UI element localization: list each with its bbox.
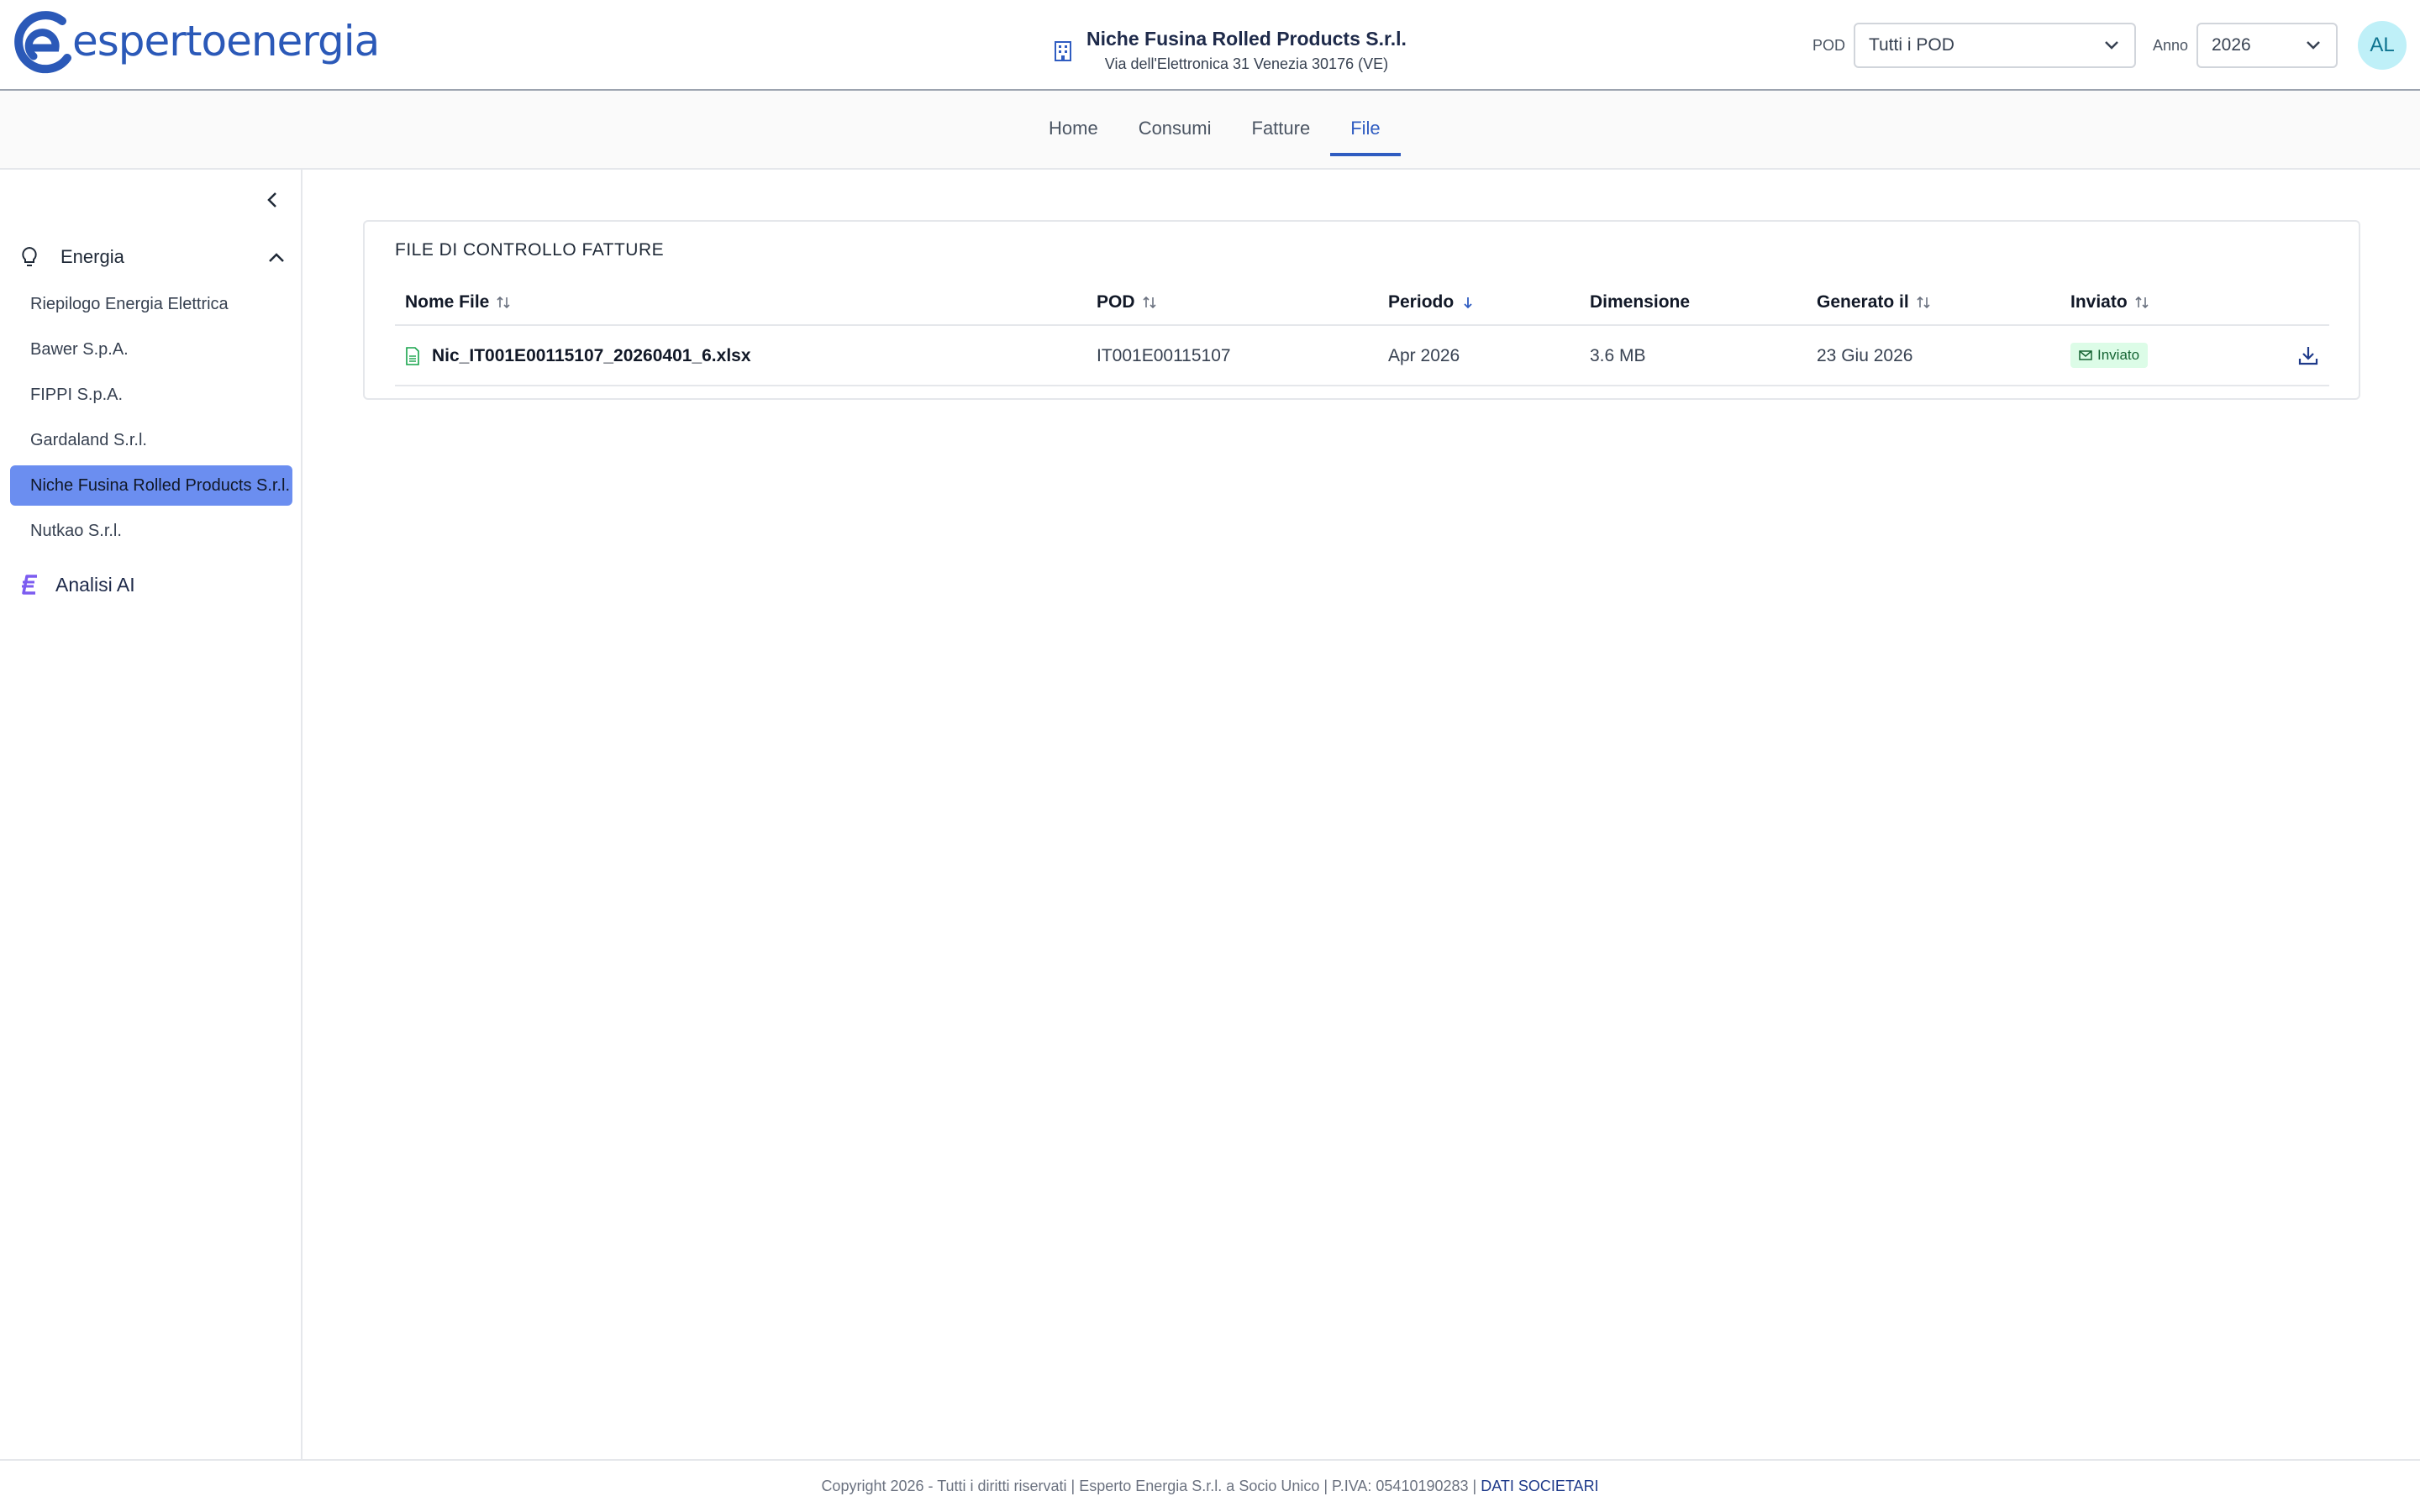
file-name-cell[interactable]: Nic_IT001E00115107_20260401_6.xlsx xyxy=(405,346,751,366)
tab-home[interactable]: Home xyxy=(1028,91,1118,153)
pod-select[interactable]: Tutti i POD xyxy=(1853,23,2136,68)
sidebar: Energia Riepilogo Energia Elettrica Bawe… xyxy=(0,170,302,1459)
files-table: Nome File POD Periodo Dimensione Generat… xyxy=(395,279,2329,386)
logo-icon xyxy=(14,11,71,74)
col-header-label: POD xyxy=(1097,292,1135,312)
status-text: Inviato xyxy=(2097,347,2140,363)
sidebar-section-title: Energia xyxy=(60,246,124,267)
brand-logo[interactable]: espertoenergia xyxy=(12,8,380,81)
file-name: Nic_IT001E00115107_20260401_6.xlsx xyxy=(432,346,751,365)
tab-fatture[interactable]: Fatture xyxy=(1232,91,1331,153)
sidebar-section-energia[interactable]: Energia xyxy=(20,240,286,274)
brand-name: espertoenergia xyxy=(72,17,380,66)
company-name: Niche Fusina Rolled Products S.r.l. xyxy=(1086,28,1407,50)
period-cell: Apr 2026 xyxy=(1388,346,1460,365)
footer-link-dati-societari[interactable]: DATI SOCIETARI xyxy=(1481,1478,1598,1494)
pod-label: POD xyxy=(1812,36,1845,54)
sidebar-item-riepilogo[interactable]: Riepilogo Energia Elettrica xyxy=(10,284,292,324)
pod-select-value: Tutti i POD xyxy=(1868,35,1954,55)
bulb-icon xyxy=(22,246,37,266)
tab-file[interactable]: File xyxy=(1330,91,1402,156)
status-badge: Inviato xyxy=(2070,343,2149,368)
col-header-pod[interactable]: POD xyxy=(1097,292,1157,312)
sidebar-item-niche-fusina[interactable]: Niche Fusina Rolled Products S.r.l. xyxy=(10,465,292,506)
sidebar-collapse-button[interactable] xyxy=(260,188,284,212)
table-header: Nome File POD Periodo Dimensione Generat… xyxy=(395,279,2329,326)
col-header-nome-file[interactable]: Nome File xyxy=(405,292,511,312)
card-title: FILE DI CONTROLLO FATTURE xyxy=(395,240,665,260)
chevron-down-icon xyxy=(2105,41,2118,50)
pod-cell: IT001E00115107 xyxy=(1097,346,1231,365)
col-header-periodo[interactable]: Periodo xyxy=(1388,292,1476,312)
year-select[interactable]: 2026 xyxy=(2196,23,2338,68)
company-address: Via dell'Elettronica 31 Venezia 30176 (V… xyxy=(1104,55,1389,72)
building-icon xyxy=(1055,41,1071,61)
download-icon[interactable] xyxy=(2297,344,2319,366)
col-header-label: Periodo xyxy=(1388,292,1455,312)
year-label: Anno xyxy=(2152,36,2188,54)
main-tabs: Home Consumi Fatture File xyxy=(1028,91,1402,170)
col-header-label: Dimensione xyxy=(1590,292,1691,312)
tab-consumi[interactable]: Consumi xyxy=(1118,91,1232,153)
year-select-value: 2026 xyxy=(2212,35,2251,55)
ai-logo-icon xyxy=(22,575,37,595)
col-header-label: Inviato xyxy=(2070,292,2128,312)
ai-label: Analisi AI xyxy=(55,573,135,596)
avatar[interactable]: AL xyxy=(2358,21,2407,70)
col-header-label: Nome File xyxy=(405,292,490,312)
mail-icon xyxy=(2079,350,2092,360)
col-header-generato[interactable]: Generato il xyxy=(1817,292,1931,312)
footer: Copyright 2026 - Tutti i diritti riserva… xyxy=(0,1459,2420,1512)
files-card: FILE DI CONTROLLO FATTURE Nome File POD … xyxy=(363,220,2360,400)
header-filters: POD Tutti i POD Anno 2026 AL xyxy=(1812,21,2420,70)
sidebar-item-fippi[interactable]: FIPPI S.p.A. xyxy=(10,375,292,415)
sort-down-icon xyxy=(1464,297,1472,309)
file-xlsx-icon xyxy=(406,347,419,365)
footer-text: Copyright 2026 - Tutti i diritti riserva… xyxy=(821,1478,1481,1494)
col-header-inviato[interactable]: Inviato xyxy=(2070,292,2149,312)
company-info: Niche Fusina Rolled Products S.r.l. Via … xyxy=(1053,25,1407,76)
sidebar-company-list: Riepilogo Energia Elettrica Bawer S.p.A.… xyxy=(10,284,292,556)
sort-icon xyxy=(2135,296,2149,309)
col-header-label: Generato il xyxy=(1817,292,1909,312)
sidebar-item-nutkao[interactable]: Nutkao S.r.l. xyxy=(10,511,292,551)
top-header: espertoenergia Niche Fusina Rolled Produ… xyxy=(0,0,2420,91)
sidebar-item-analisi-ai[interactable]: Analisi AI xyxy=(20,564,135,605)
table-row: Nic_IT001E00115107_20260401_6.xlsx IT001… xyxy=(395,326,2329,386)
size-cell: 3.6 MB xyxy=(1590,346,1646,365)
nav-bar: Home Consumi Fatture File xyxy=(0,91,2420,170)
sidebar-item-gardaland[interactable]: Gardaland S.r.l. xyxy=(10,420,292,460)
col-header-dimensione: Dimensione xyxy=(1590,292,1690,312)
sort-icon xyxy=(1917,296,1930,309)
chevron-up-icon xyxy=(269,253,284,262)
chevron-left-icon xyxy=(267,192,276,207)
sidebar-item-bawer[interactable]: Bawer S.p.A. xyxy=(10,329,292,370)
sort-icon xyxy=(497,296,510,309)
sort-icon xyxy=(1142,296,1156,309)
chevron-down-icon xyxy=(2307,41,2320,50)
generated-cell: 23 Giu 2026 xyxy=(1817,346,1913,365)
